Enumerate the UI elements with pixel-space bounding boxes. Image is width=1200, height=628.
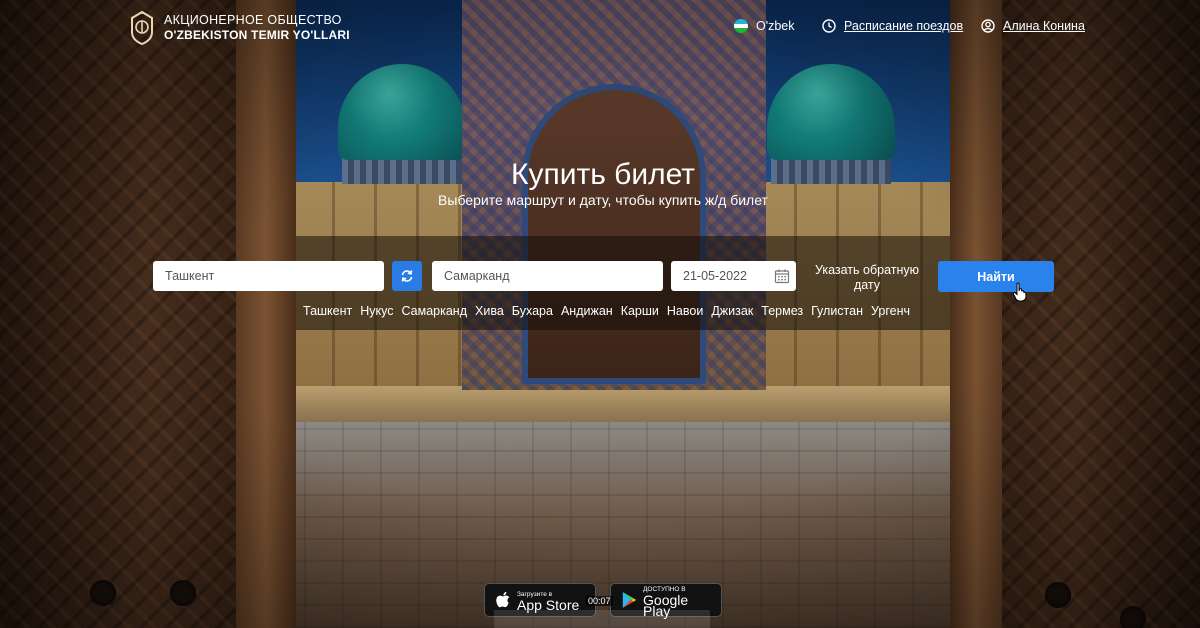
apple-icon [496, 591, 510, 608]
city-link[interactable]: Нукус [360, 304, 393, 318]
logo[interactable]: АКЦИОНЕРНОЕ ОБЩЕСТВО O'ZBEKISTON TEMIR Y… [128, 10, 350, 46]
uzbekistan-flag-icon [734, 19, 748, 33]
page-title: Купить билет [510, 158, 696, 191]
clock-icon [822, 19, 836, 33]
city-link[interactable]: Ургенч [871, 304, 910, 318]
user-circle-icon [981, 19, 995, 33]
video-timestamp: 00:07 [586, 596, 613, 606]
logo-company-type: АКЦИОНЕРНОЕ ОБЩЕСТВО [164, 13, 342, 27]
city-link[interactable]: Андижан [561, 304, 613, 318]
return-date-link[interactable]: Указать обратную дату [810, 263, 924, 293]
departure-date-value: 21-05-2022 [683, 269, 747, 283]
departure-date-input[interactable]: 21-05-2022 [671, 261, 796, 291]
swap-stations-button[interactable] [392, 261, 422, 291]
railway-emblem-icon [131, 10, 153, 46]
video-player-controls[interactable] [494, 610, 710, 628]
city-link[interactable]: Джизак [711, 304, 753, 318]
popular-cities: Ташкент Нукус Самарканд Хива Бухара Андижан Ка… [303, 304, 910, 318]
swap-arrows-icon [401, 270, 413, 282]
city-link[interactable]: Карши [621, 304, 659, 318]
site-header: АКЦИОНЕРНОЕ ОБЩЕСТВО O'ZBEKISTON TEMIR Y… [0, 0, 1200, 56]
hand-cursor-icon [1012, 282, 1027, 302]
city-link[interactable]: Хива [475, 304, 504, 318]
departure-station-input[interactable]: Ташкент [153, 261, 384, 291]
language-switcher[interactable]: O'zbek [734, 19, 795, 33]
schedule-link[interactable]: Расписание поездов [844, 19, 963, 33]
search-button[interactable]: Найти [938, 261, 1054, 292]
page-subtitle: Выберите маршрут и дату, чтобы купить ж/… [438, 192, 768, 208]
city-link[interactable]: Бухара [512, 304, 553, 318]
schedule-nav[interactable]: Расписание поездов [822, 19, 963, 33]
user-name-link[interactable]: Алина Конина [1003, 19, 1085, 33]
city-link[interactable]: Ташкент [303, 304, 352, 318]
app-store-text: Загрузите в App Store [517, 589, 579, 612]
city-link[interactable]: Гулистан [811, 304, 863, 318]
departure-station-value: Ташкент [165, 269, 215, 283]
arrival-station-input[interactable]: Самарканд [432, 261, 663, 291]
logo-text: АКЦИОНЕРНОЕ ОБЩЕСТВО O'ZBEKISTON TEMIR Y… [164, 13, 350, 43]
city-link[interactable]: Термез [761, 304, 803, 318]
user-menu[interactable]: Алина Конина [981, 19, 1085, 33]
logo-company-name: O'ZBEKISTON TEMIR YO'LLARI [164, 28, 350, 42]
arrival-station-value: Самарканд [444, 269, 510, 283]
city-link[interactable]: Навои [667, 304, 703, 318]
calendar-icon[interactable] [774, 268, 790, 284]
google-play-icon [622, 591, 637, 609]
language-label: O'zbek [756, 19, 795, 33]
city-link[interactable]: Самарканд [402, 304, 468, 318]
